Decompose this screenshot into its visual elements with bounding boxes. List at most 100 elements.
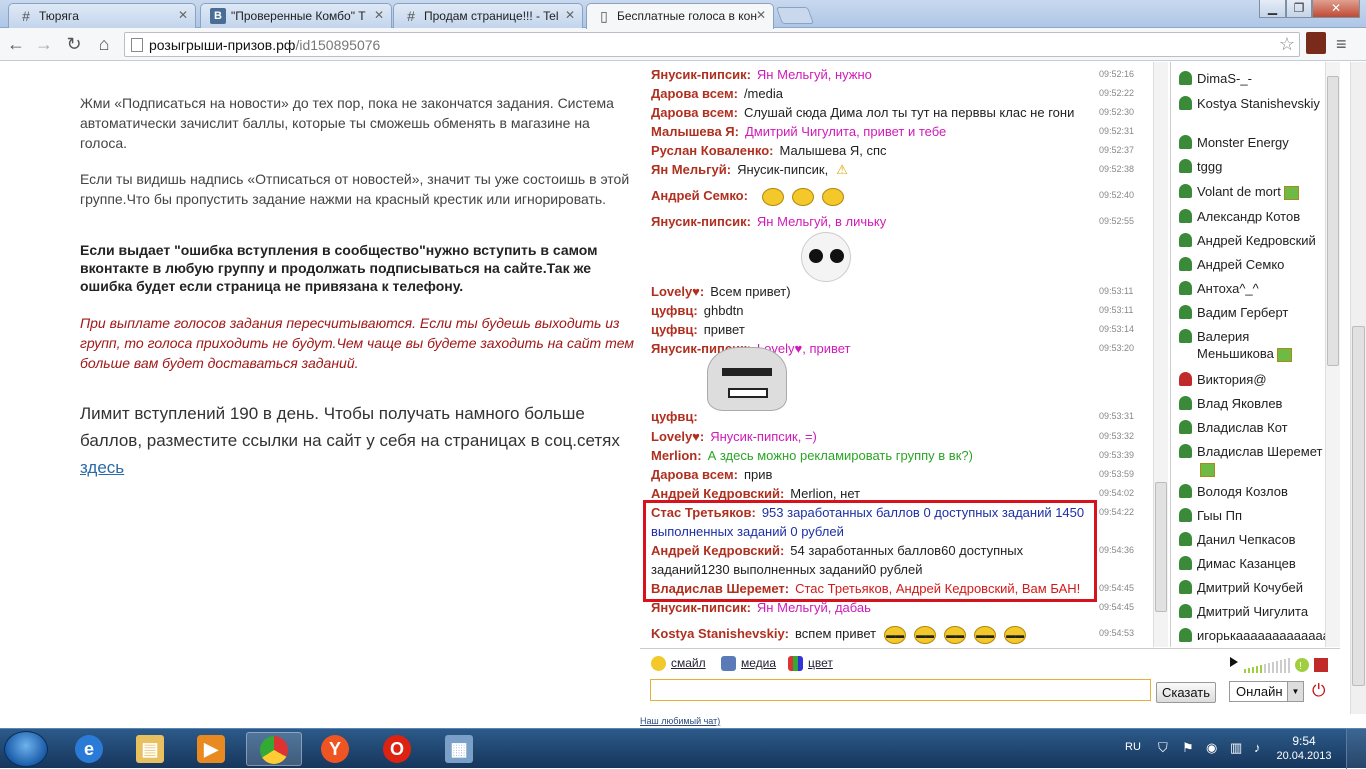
extension-icon[interactable]	[1306, 32, 1326, 54]
maximize-button[interactable]: ❐	[1286, 0, 1312, 18]
user-list-item[interactable]: Виктория@	[1179, 371, 1325, 388]
browser-tab-strip: # Тюрягa ✕ B "Проверенные Комбо" Т ✕ # П…	[0, 0, 1366, 29]
user-list-item[interactable]: Дмитрий Кочубей	[1179, 579, 1325, 596]
user-list-item[interactable]: Дмитрий Чигулита	[1179, 603, 1325, 620]
wrench-menu-icon[interactable]: ≡	[1336, 34, 1347, 55]
power-icon[interactable]: ⏻	[1312, 681, 1325, 701]
clock[interactable]: 9:54 20.04.2013	[1276, 734, 1332, 764]
message-author[interactable]: Руслан Коваленко:	[651, 143, 773, 158]
start-button[interactable]	[4, 731, 48, 767]
flag-icon[interactable]: ⚑	[1182, 740, 1194, 756]
explorer-icon[interactable]: ▤	[123, 732, 179, 766]
chevron-down-icon[interactable]: ▼	[1287, 682, 1303, 701]
scrollbar-thumb[interactable]	[1155, 482, 1167, 612]
opera-icon[interactable]: O	[370, 732, 426, 766]
message-author[interactable]: цуфвц:	[651, 409, 698, 424]
color-button[interactable]: цвет	[788, 656, 833, 672]
new-tab-button[interactable]	[775, 7, 815, 24]
message-author[interactable]: Merlion:	[651, 448, 702, 463]
bookmark-star-icon[interactable]: ☆	[1279, 34, 1295, 55]
user-list-item[interactable]: Димас Казанцев	[1179, 555, 1325, 572]
ie-icon[interactable]: e	[62, 732, 118, 766]
message-timestamp: 09:53:39	[1099, 450, 1135, 460]
status-select[interactable]: Онлайн ▼	[1229, 681, 1304, 702]
message-author[interactable]: Lovely♥:	[651, 284, 704, 299]
message-timestamp: 09:52:55	[1099, 216, 1135, 226]
message-author[interactable]: Янусик-пипсик:	[651, 600, 751, 615]
page-scrollbar[interactable]	[1350, 62, 1366, 714]
close-icon[interactable]: ✕	[374, 8, 384, 22]
user-list-item[interactable]: Kostya Stanishevskiy	[1179, 95, 1325, 112]
close-icon[interactable]: ✕	[565, 8, 575, 22]
message-author[interactable]: Дарова всем:	[651, 105, 738, 120]
chat-message: Kostya Stanishevskiy: вспем привет ▬▬ ▬▬ ▬▬ ▬…	[651, 624, 1091, 644]
user-list-item[interactable]: Гыы Пп	[1179, 507, 1325, 524]
message-author[interactable]: цуфвц:	[651, 303, 698, 318]
yandex-browser-icon[interactable]: Y	[308, 732, 364, 766]
tray-shield-icon[interactable]: ⛉	[1158, 740, 1168, 756]
back-icon[interactable]: ←	[4, 32, 28, 56]
calculator-icon[interactable]: ▦	[432, 732, 488, 766]
here-link[interactable]: здесь	[80, 458, 124, 477]
show-desktop-button[interactable]	[1346, 729, 1366, 769]
user-list-item[interactable]: Данил Чепкасов	[1179, 531, 1325, 548]
media-player-icon[interactable]: ▶	[184, 732, 240, 766]
tab-free-votes[interactable]: ▯ Бесплатные голоса в кон ✕	[586, 3, 774, 29]
user-list-item[interactable]: Андрей Семко	[1179, 256, 1325, 273]
chrome-icon[interactable]	[246, 732, 302, 766]
user-list-item[interactable]: Александр Котов	[1179, 208, 1325, 225]
user-list-item[interactable]: Вадим Герберт	[1179, 304, 1325, 321]
message-author[interactable]: Малышева Я:	[651, 124, 739, 139]
user-list-item[interactable]: Владислав Шеремет	[1179, 443, 1325, 477]
tab-sell-page[interactable]: # Продам страницe!!! - Tel ✕	[393, 3, 583, 28]
reload-icon[interactable]: ↻	[62, 32, 86, 56]
message-author[interactable]: Kostya Stanishevskiy:	[651, 626, 789, 641]
message-author[interactable]: Дарова всем:	[651, 467, 738, 482]
message-author[interactable]: Ян Мельгуй:	[651, 162, 731, 177]
close-window-button[interactable]: ✕	[1312, 0, 1360, 18]
message-input[interactable]	[650, 679, 1151, 701]
language-indicator[interactable]: RU	[1125, 741, 1141, 753]
media-button[interactable]: медиа	[721, 656, 776, 672]
message-author[interactable]: Янусик-пипсик:	[651, 214, 751, 229]
speaker-icon[interactable]: ♪	[1254, 740, 1261, 755]
user-list-item[interactable]: Андрей Кедровский	[1179, 232, 1325, 249]
close-icon[interactable]: ✕	[178, 8, 188, 22]
tab-combo[interactable]: B "Проверенные Комбо" Т ✕	[200, 3, 392, 28]
user-list-item[interactable]: Влад Яковлев	[1179, 395, 1325, 412]
tab-turyaga[interactable]: # Тюрягa ✕	[8, 3, 196, 28]
users-scrollbar[interactable]	[1325, 62, 1340, 647]
emoticon-group: ▬▬ ▬▬ ▬▬ ▬▬ ▬▬	[884, 625, 1034, 644]
user-list-item[interactable]: tggg	[1179, 158, 1325, 175]
user-list-item[interactable]: Monster Energy	[1179, 134, 1325, 151]
scrollbar-thumb[interactable]	[1327, 76, 1339, 366]
send-button[interactable]: Сказать	[1156, 682, 1216, 703]
chat-footer-link[interactable]: Наш любимый чат)	[640, 716, 720, 726]
network-icon[interactable]: ▥	[1230, 740, 1242, 756]
volume-icon[interactable]: !	[1230, 655, 1340, 675]
address-bar[interactable]: розыгрыши-призов.рф/id150895076 ☆	[124, 32, 1300, 57]
user-list-item[interactable]: Валерия Меньшикова	[1179, 328, 1325, 362]
message-author[interactable]: Дарова всем:	[651, 86, 738, 101]
user-list-item[interactable]: Антоха^_^	[1179, 280, 1325, 297]
chat-scrollbar[interactable]	[1153, 62, 1168, 647]
tray-app-icon[interactable]: ◉	[1206, 740, 1217, 756]
forward-icon[interactable]: →	[32, 32, 56, 56]
message-author[interactable]: цуфвц:	[651, 322, 698, 337]
scrollbar-thumb[interactable]	[1352, 326, 1365, 686]
user-list-item[interactable]: Владислав Кот	[1179, 419, 1325, 436]
home-icon[interactable]: ⌂	[92, 32, 116, 56]
message-author[interactable]: Янусик-пипсик:	[651, 67, 751, 82]
close-icon[interactable]: ✕	[756, 8, 766, 22]
user-list-item[interactable]: Volant de mort	[1179, 183, 1325, 200]
user-list-item[interactable]: игорькааааааааааааа	[1179, 627, 1325, 644]
message-author[interactable]: Андрей Кедровский:	[651, 486, 784, 501]
user-icon	[1179, 484, 1192, 498]
user-list-item[interactable]: Володя Козлов	[1179, 483, 1325, 500]
smile-button[interactable]: смайл	[651, 656, 706, 672]
message-author[interactable]: Lovely♥:	[651, 429, 704, 444]
message-author[interactable]: Андрей Семко:	[651, 188, 748, 203]
chat-message: Андрей Семко:	[651, 186, 1091, 206]
user-list-item[interactable]: DimaS-_-	[1179, 70, 1325, 87]
minimize-button[interactable]: ▁	[1259, 0, 1286, 18]
